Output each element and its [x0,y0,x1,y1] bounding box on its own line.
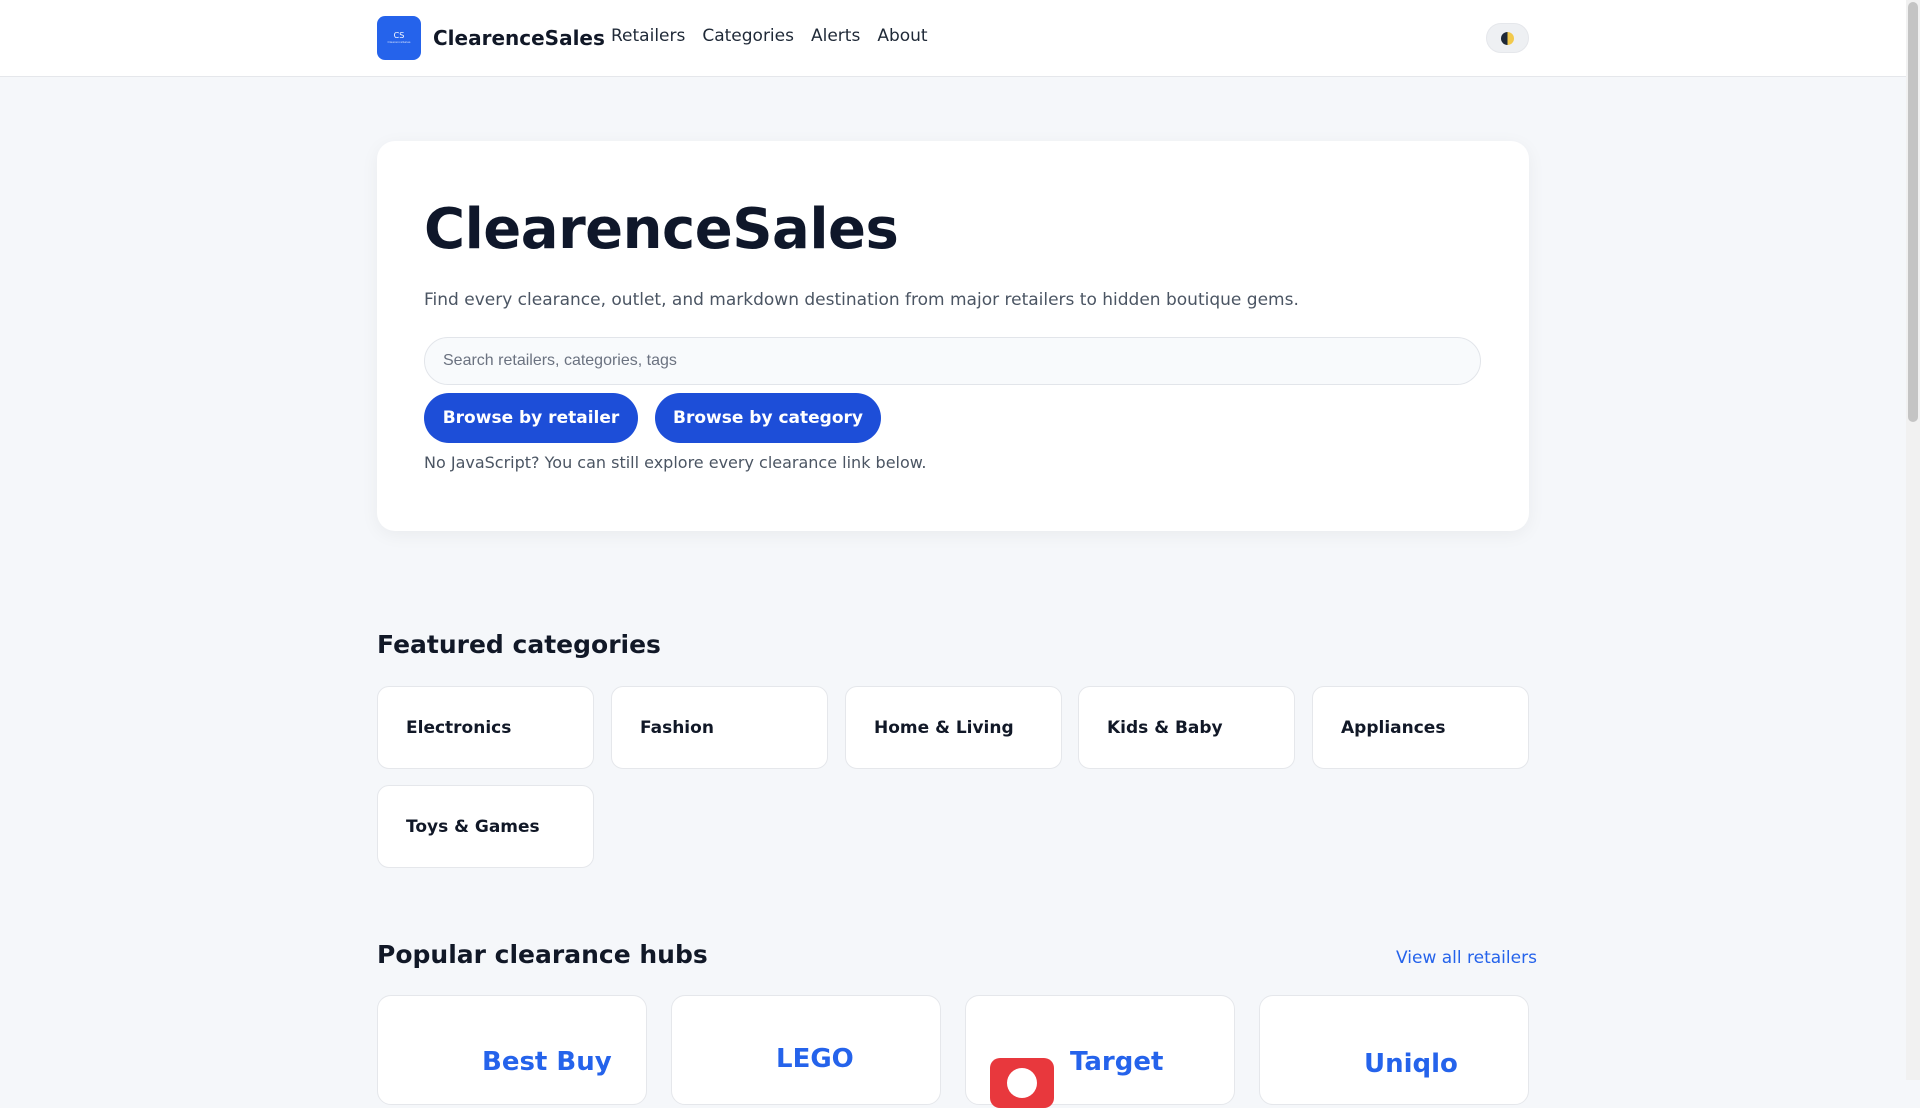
category-label: Appliances [1341,717,1446,738]
category-card-home-living[interactable]: Home & Living [845,686,1062,769]
hero-panel: ClearenceSales Find every clearance, out… [377,141,1529,531]
hub-card-uniqlo[interactable]: Uniqlo [1259,995,1529,1105]
hero-description: Find every clearance, outlet, and markdo… [424,290,1299,310]
hub-card-target[interactable]: Target [965,995,1235,1108]
category-label: Toys & Games [406,816,540,837]
top-navigation-bar: CS ClearenceSales ClearenceSales Retaile… [0,0,1906,77]
category-card-kids-baby[interactable]: Kids & Baby [1078,686,1295,769]
category-label: Kids & Baby [1107,717,1223,738]
category-card-appliances[interactable]: Appliances [1312,686,1529,769]
view-all-retailers-link[interactable]: View all retailers [1396,948,1537,968]
search-input[interactable] [424,337,1481,385]
nav-retailers[interactable]: Retailers [611,26,685,46]
hub-retailer-name: LEGO [776,1044,854,1074]
brand-logo: CS ClearenceSales [377,16,421,60]
featured-categories-heading: Featured categories [377,630,661,659]
nav-categories[interactable]: Categories [702,26,794,46]
brand-name: ClearenceSales [433,26,605,50]
theme-toggle-button[interactable] [1486,23,1529,53]
logo-initials: CS [393,31,405,40]
category-card-toys-games[interactable]: Toys & Games [377,785,594,868]
hub-card-best-buy[interactable]: Best Buy [377,995,647,1105]
hub-retailer-name: Best Buy [482,1047,612,1077]
logo-subtext: ClearenceSales [387,40,411,44]
category-label: Home & Living [874,717,1014,738]
hub-retailer-name: Target [1070,1047,1164,1077]
browse-by-retailer-button[interactable]: Browse by retailer [424,393,638,443]
popular-hubs-heading: Popular clearance hubs [377,940,708,969]
half-moon-icon [1501,31,1514,45]
category-label: Electronics [406,717,512,738]
category-card-electronics[interactable]: Electronics [377,686,594,769]
no-javascript-note: No JavaScript? You can still explore eve… [424,453,927,472]
nav-alerts[interactable]: Alerts [811,26,860,46]
main-navigation: Retailers Categories Alerts About [611,26,928,46]
target-ring-shape [1007,1068,1037,1098]
hub-retailer-name: Uniqlo [1364,1049,1458,1079]
target-logo-icon [990,1058,1054,1108]
hero-title: ClearenceSales [424,197,899,262]
brand-home-link[interactable]: CS ClearenceSales ClearenceSales [377,16,605,60]
scrollbar-thumb[interactable] [1908,2,1918,422]
browse-by-category-button[interactable]: Browse by category [655,393,881,443]
hub-card-lego[interactable]: LEGO [671,995,941,1105]
category-card-fashion[interactable]: Fashion [611,686,828,769]
nav-about[interactable]: About [877,26,927,46]
category-label: Fashion [640,717,714,738]
